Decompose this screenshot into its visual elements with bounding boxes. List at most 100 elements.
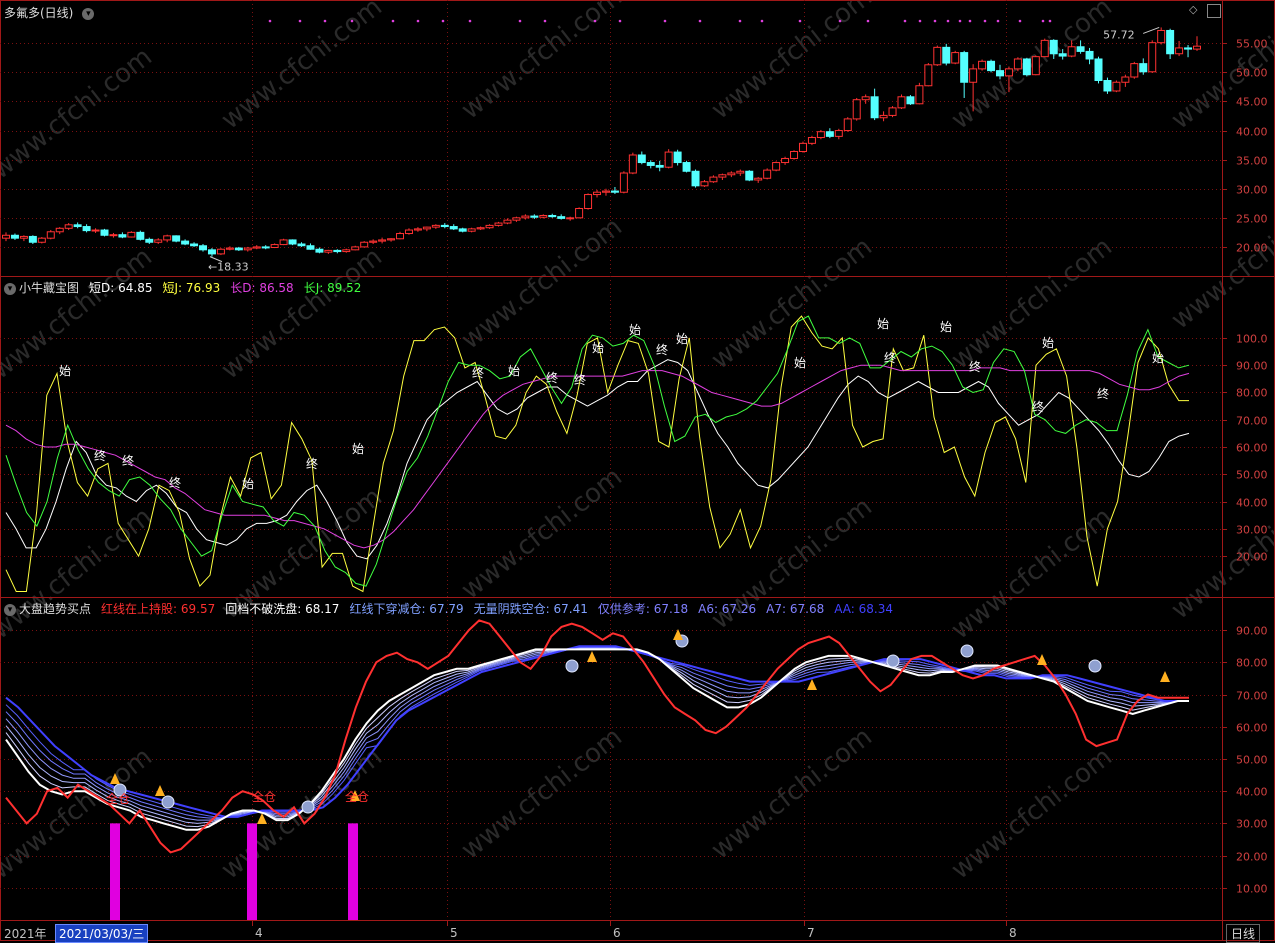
- kdj-panel[interactable]: 始终 终终 始终始终始终终始始终始始始终始终终始终始: [5, 315, 1190, 593]
- end-marker: 终: [472, 365, 484, 380]
- end-marker: 终: [306, 456, 318, 471]
- candle-body: [870, 96, 879, 119]
- trend-panel[interactable]: 全仓 全仓 全仓: [5, 619, 1189, 920]
- candle-body: [807, 137, 816, 144]
- candle-body: [199, 245, 208, 251]
- signal-dot: [543, 19, 547, 23]
- y-tick-label: 70.00: [1236, 415, 1268, 428]
- candle-body: [539, 214, 548, 218]
- candle-body: [333, 249, 342, 253]
- date-cursor-label[interactable]: 2021/03/03/三: [55, 924, 149, 943]
- candle-body: [736, 170, 745, 174]
- candle-body: [718, 174, 727, 178]
- watermark-layer: www.cfchi.com www.cfchi.com www.cfchi.com w…: [0, 0, 1275, 886]
- candle-body: [530, 215, 539, 218]
- candle-body: [1103, 80, 1112, 92]
- panel1-header: 多氟多(日线) ▾: [4, 4, 100, 21]
- candle-body: [82, 226, 91, 232]
- candle-body: [252, 246, 261, 249]
- signal-bar: [247, 823, 257, 920]
- candle-body: [1040, 39, 1049, 58]
- year-label: 2021年: [4, 927, 47, 941]
- candle-body: [798, 142, 807, 152]
- legend-item: A7: 67.68: [766, 602, 825, 616]
- candle-body: [485, 224, 494, 229]
- candle-body: [790, 150, 799, 159]
- shield-badge-icon: [301, 800, 315, 814]
- diamond-icon[interactable]: ◇: [1189, 3, 1197, 16]
- y-tick-label: 90.00: [1236, 360, 1268, 373]
- panel3-legend: 红线在上持股: 69.57 回档不破洗盘: 68.17 红线下穿减仓: 67.79 无…: [97, 602, 899, 616]
- y-tick-label: 20.00: [1236, 242, 1268, 255]
- signal-label: 全仓: [252, 789, 276, 804]
- legend-item: 红线下穿减仓: 67.79: [349, 602, 464, 616]
- candle-body: [825, 131, 834, 137]
- candle-body: [91, 229, 100, 232]
- candle-body: [1184, 47, 1193, 50]
- candle-body: [1049, 39, 1058, 55]
- signal-label: 全仓: [345, 789, 369, 804]
- candle-body: [987, 60, 996, 72]
- start-marker: 始: [676, 332, 688, 346]
- candle-body: [216, 248, 225, 255]
- end-marker: 终: [1097, 386, 1109, 401]
- signal-dot: [663, 19, 667, 23]
- signal-bar: [110, 823, 120, 920]
- candle-body: [1139, 63, 1148, 73]
- window-toggle-icon[interactable]: [1207, 4, 1221, 18]
- candle-body: [1004, 68, 1013, 77]
- candle-body: [924, 64, 933, 87]
- signal-dot: [323, 19, 327, 23]
- legend-item: 仅供参考: 67.18: [597, 602, 689, 616]
- candle-body: [10, 234, 19, 239]
- candle-body: [73, 224, 82, 228]
- legend-item: 无量阴跌空仓: 67.41: [473, 602, 588, 616]
- candle-body: [413, 228, 422, 231]
- y-tick-label: 40.00: [1236, 786, 1268, 799]
- candle-body: [145, 238, 154, 243]
- candle-body: [163, 235, 172, 241]
- candle-body: [933, 46, 942, 66]
- signal-dot: [760, 19, 764, 23]
- candle-body: [449, 226, 458, 230]
- candle-body: [1031, 56, 1040, 76]
- candle-body: [1175, 47, 1184, 55]
- candle-body: [19, 235, 28, 239]
- candle-body: [879, 114, 888, 119]
- candle-body: [610, 190, 619, 193]
- candle-body: [915, 85, 924, 105]
- signal-dot: [933, 19, 937, 23]
- candle-body: [261, 246, 270, 249]
- series-line-长D: [5, 364, 1190, 549]
- candle-body: [306, 245, 315, 250]
- shield-badge-icon: [161, 795, 175, 809]
- candle-body: [234, 247, 243, 251]
- candle-body: [2, 234, 10, 239]
- candle-body: [682, 162, 691, 172]
- watermark-text: www.cfchi.com: [706, 232, 878, 376]
- candle-body: [646, 162, 655, 166]
- candle-body: [315, 248, 324, 253]
- candle-body: [154, 239, 163, 243]
- watermark-text: www.cfchi.com: [946, 502, 1118, 646]
- candle-body: [1166, 29, 1175, 55]
- candle-body: [396, 233, 405, 240]
- chevron-down-icon[interactable]: ▾: [82, 7, 95, 20]
- chevron-down-icon[interactable]: ▾: [4, 282, 16, 295]
- chevron-down-icon[interactable]: ▾: [4, 603, 16, 616]
- candle-body: [1157, 29, 1166, 44]
- candle-body: [378, 239, 387, 242]
- candle-body: [834, 130, 843, 137]
- candle-body: [360, 241, 369, 248]
- y-tick-label: 80.00: [1236, 657, 1268, 670]
- candle-body: [324, 249, 333, 253]
- signal-dot: [738, 19, 742, 23]
- candle-body: [816, 131, 825, 139]
- period-button[interactable]: 日线: [1226, 924, 1261, 943]
- signal-dot: [1018, 19, 1022, 23]
- start-marker: 始: [1042, 336, 1054, 350]
- y-tick-label: 50.00: [1236, 469, 1268, 482]
- start-marker: 始: [940, 320, 952, 334]
- runner-icon: [1160, 671, 1170, 682]
- watermark-text: www.cfchi.com: [456, 462, 628, 606]
